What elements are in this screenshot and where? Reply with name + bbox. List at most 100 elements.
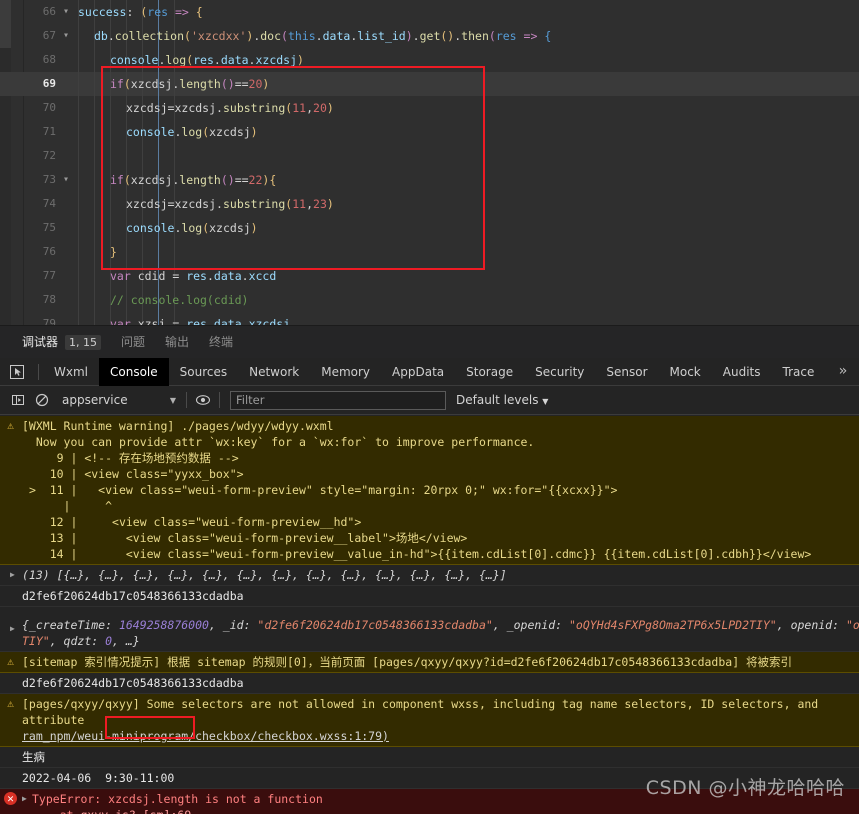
devtools-tab-security[interactable]: Security [524,358,595,386]
console-error-message[interactable]: ✕ ▶ TypeError: xzcdsj.length is not a func… [0,789,859,814]
code-token: . [216,101,223,115]
code-token: xzcdsj [255,53,298,67]
panel-tab-label: 终端 [209,334,234,349]
devtools-tab-list[interactable]: Wxml Console Sources Network Memory AppData St… [43,357,826,386]
code-token: xzcdsj [248,317,291,325]
fold-chevron-icon[interactable]: ▾ [60,0,72,24]
console-array-message[interactable]: ▶ (13) [{…}, {…}, {…}, {…}, {…}, {…}, {…}… [0,565,859,586]
object-segment: "oQYHd4sFXPg8Oma2TP6x5LPD2TIY" [569,618,777,632]
eye-icon[interactable] [191,388,215,412]
clear-console-icon[interactable] [30,388,54,412]
devtools-tab-bar[interactable]: Wxml Console Sources Network Memory AppData St… [0,357,859,386]
devtools-tab-network[interactable]: Network [238,358,310,386]
error-source-link[interactable]: qxyy.js? [sm]:69 [80,808,191,814]
code-line[interactable]: 70 xzcdsj=xzcdsj.substring(11,20) [0,96,859,120]
expand-triangle-icon[interactable]: ▶ [22,791,27,807]
execution-context-selector[interactable]: appservice ▼ [62,393,182,407]
object-segment: 1649258876000 [118,618,209,632]
code-line[interactable]: 68 console.log(res.data.xzcdsj) [0,48,859,72]
console-sidebar-toggle-icon[interactable] [6,388,30,412]
code-line[interactable]: 78 // console.log(cdid) [0,288,859,312]
console-log-message[interactable]: 2022-04-06 9:30-11:00 [0,768,859,789]
indent-guide [78,72,79,96]
devtools-tab-mock[interactable]: Mock [659,358,712,386]
indent-guide [78,48,79,72]
panel-tab-输出[interactable]: 输出 [165,326,189,359]
code-token: { [269,173,277,187]
console-log-message[interactable]: d2fe6f20624db17c0548366133cdadba [0,586,859,607]
panel-tab-调试器[interactable]: 调试器 1, 15 [22,326,102,359]
devtools-tab-appdata[interactable]: AppData [381,358,455,386]
devtools-tab-sources[interactable]: Sources [169,358,238,386]
toolbar-divider [38,363,39,380]
log-levels-dropdown[interactable]: Default levels ▼ [456,393,548,407]
code-token: then [461,29,489,43]
console-log-message[interactable]: d2fe6f20624db17c0548366133cdadba [0,673,859,694]
code-line-list[interactable]: 66 ▾ success: (res => {67 ▾ db.collection('x… [0,0,859,325]
code-token: if [110,173,124,187]
expand-triangle-icon[interactable]: ▶ [10,621,15,637]
code-line[interactable]: 66 ▾ success: (res => { [0,0,859,24]
panel-tab-问题[interactable]: 问题 [121,326,145,359]
expand-triangle-icon[interactable]: ▶ [10,567,15,583]
code-line[interactable]: 73 ▾ if(xzcdsj.length()==22){ [0,168,859,192]
code-token: log [165,53,187,67]
code-token: ) [262,77,270,91]
code-editor[interactable]: 66 ▾ success: (res => {67 ▾ db.collection('x… [0,0,859,325]
panel-tab-终端[interactable]: 终端 [209,326,233,359]
code-token: 11 [292,101,307,115]
code-line[interactable]: 69 if(xzcdsj.length()==20) [0,72,859,96]
devtools-tab-console[interactable]: Console [99,357,169,386]
console-warning-message[interactable]: ⚠ [WXML Runtime warning] ./pages/wdyy/wdy… [0,416,859,565]
console-object-message[interactable]: ▶ {_createTime: 1649258876000, _id: "d2fe… [0,607,859,652]
more-tabs-button[interactable]: » [827,358,859,386]
panel-tab-strip[interactable]: 调试器 1, 15 问题 输出 终端 [0,325,859,359]
indent-guide [174,144,175,168]
console-log-message[interactable]: 生病 [0,747,859,768]
fold-chevron-icon[interactable]: ▾ [60,24,72,48]
object-segment: 0 [105,634,113,648]
console-warning-message[interactable]: ⚠ [pages/qxyy/qxyy] Some selectors are no… [0,694,859,747]
code-token: . [241,269,249,283]
indent-guide [94,312,95,325]
indent-guide [78,216,79,240]
code-line[interactable]: 76} [0,240,859,264]
code-line[interactable]: 72 [0,144,859,168]
code-line[interactable]: 71 console.log(xzcdsj) [0,120,859,144]
code-token: . [206,317,214,325]
code-token: length [179,77,221,91]
devtools-tab-audits[interactable]: Audits [712,358,772,386]
indent-guide [158,144,159,168]
console-filter-bar[interactable]: appservice ▼ Default levels ▼ [0,386,859,415]
object-segment: "oQY [845,618,859,632]
code-token: ) [405,29,413,43]
code-token: // console.log(cdid) [110,293,249,307]
inspect-element-icon[interactable] [0,358,34,386]
indent-guide [78,144,79,168]
code-line[interactable]: 75 console.log(xzcdsj) [0,216,859,240]
code-text: console.log(xzcdsj) [126,216,258,240]
indent-guide [142,240,143,264]
console-warning-message[interactable]: ⚠ [sitemap 索引情况提示] 根据 sitemap 的规则[0]，当前页面… [0,652,859,673]
code-line[interactable]: 79 var xzsj = res.data.xzcdsj [0,312,859,325]
devtools-tab-trace[interactable]: Trace [772,358,826,386]
console-message-list[interactable]: ⚠ [WXML Runtime warning] ./pages/wdyy/wdy… [0,416,859,814]
devtools-tab-sensor[interactable]: Sensor [595,358,658,386]
code-line[interactable]: 67 ▾ db.collection('xzcdxx').doc(this.data… [0,24,859,48]
devtools-tab-storage[interactable]: Storage [455,358,524,386]
indent-guide [110,216,111,240]
code-line[interactable]: 77 var cdid = res.data.xccd [0,264,859,288]
console-filter-input[interactable] [230,390,446,410]
code-line[interactable]: 74 xzcdsj=xzcdsj.substring(11,23) [0,192,859,216]
indent-guide [110,144,111,168]
code-text: xzcdsj=xzcdsj.substring(11,23) [126,192,334,216]
code-token: == [234,173,249,187]
devtools-tab-wxml[interactable]: Wxml [43,358,99,386]
code-text: db.collection('xzcdxx').doc(this.data.li… [94,24,551,48]
code-token: xzcdsj [126,101,168,115]
devtools-tab-memory[interactable]: Memory [310,358,381,386]
indent-guide [78,240,79,264]
fold-chevron-icon[interactable]: ▾ [60,168,72,192]
source-link[interactable]: ram_npm/weui-miniprogram/checkbox/checkb… [22,729,389,743]
code-token: => [174,5,189,19]
